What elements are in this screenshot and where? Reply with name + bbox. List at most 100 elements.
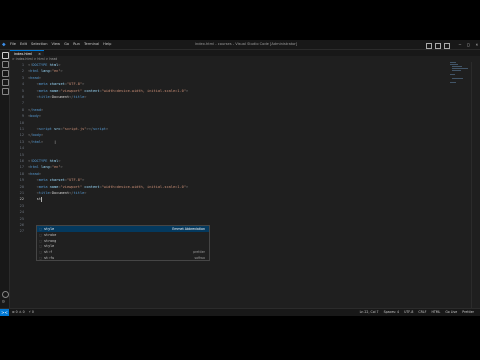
code-line[interactable]: 8 </head> bbox=[10, 107, 450, 113]
code-line[interactable]: 18 <head> bbox=[10, 171, 450, 177]
code-token: > bbox=[38, 75, 41, 80]
status-right-item[interactable]: HTML bbox=[431, 309, 440, 316]
toggle-secondary-sidebar-icon[interactable] bbox=[444, 42, 450, 49]
code-token: > bbox=[60, 69, 63, 74]
line-number: 21 bbox=[19, 191, 24, 195]
tab-index-html[interactable]: index.html × bbox=[10, 50, 44, 56]
minimap[interactable] bbox=[450, 62, 468, 92]
code-token: "width=device-width, initial-scale=1.0" bbox=[101, 88, 186, 93]
code-token: > bbox=[58, 159, 61, 163]
line-number: 9 bbox=[21, 114, 24, 119]
toggle-sidebar-icon[interactable] bbox=[426, 42, 432, 49]
suggestion-label: style bbox=[44, 227, 55, 231]
code-line[interactable]: 5 <meta name="viewport" content="width=d… bbox=[10, 88, 450, 94]
explorer-icon[interactable] bbox=[2, 52, 9, 59]
status-right-item[interactable]: UTF-8 bbox=[404, 309, 413, 316]
code-line[interactable]: 2 <html lang="en"> bbox=[10, 68, 450, 74]
extensions-icon[interactable] bbox=[2, 88, 9, 95]
tab-bar: index.html × bbox=[10, 50, 480, 56]
code-token: title bbox=[38, 191, 50, 195]
run-debug-icon[interactable] bbox=[2, 79, 9, 86]
code-line[interactable]: 16 <!DOCTYPE html> bbox=[10, 158, 450, 164]
code-line[interactable]: 1 <!DOCTYPE html> bbox=[10, 62, 450, 68]
line-number: 16 bbox=[19, 159, 24, 163]
code-token: "viewport" bbox=[60, 184, 83, 189]
menu-item-go[interactable]: Go bbox=[64, 41, 69, 48]
code-line[interactable]: 23 bbox=[10, 203, 450, 209]
code-line[interactable]: 13 </html> | bbox=[10, 139, 450, 145]
code-line[interactable]: 20 <meta name="viewport" content="width=… bbox=[10, 184, 450, 190]
code-line[interactable]: 25 bbox=[10, 216, 450, 222]
code-token: charset bbox=[47, 82, 65, 87]
menu-item-help[interactable]: Help bbox=[103, 41, 111, 48]
code-token: title bbox=[73, 191, 85, 195]
code-editor[interactable]: 1 <!DOCTYPE html> 2 <html lang="en"> 3 <head>… bbox=[10, 62, 450, 308]
suggestion-item[interactable]: ⬚ st:fu softwa bbox=[37, 255, 209, 261]
line-number: 4 bbox=[21, 82, 24, 87]
code-line[interactable]: 6 <title>Document</title> bbox=[10, 94, 450, 100]
code-token: title bbox=[38, 95, 50, 99]
status-left-item[interactable]: ⚡ 0 bbox=[29, 309, 34, 316]
account-icon[interactable] bbox=[2, 291, 9, 298]
tab-label: index.html bbox=[14, 52, 33, 56]
menu-item-selection[interactable]: Selection bbox=[31, 41, 48, 48]
line-code: <meta name="viewport" content="width=dev… bbox=[28, 88, 189, 94]
line-number: 10 bbox=[19, 120, 24, 125]
breadcrumb[interactable]: > index.html > html > head bbox=[12, 57, 57, 61]
remote-indicator[interactable]: >< bbox=[0, 309, 9, 316]
code-token: st bbox=[28, 197, 41, 202]
code-token: > bbox=[58, 63, 61, 67]
maximize-icon[interactable]: □ bbox=[467, 41, 469, 48]
minimize-icon[interactable]: – bbox=[459, 41, 461, 48]
code-line[interactable]: 4 <meta charset="UTF-8"> bbox=[10, 81, 450, 87]
code-line[interactable]: 3 <head> bbox=[10, 75, 450, 81]
code-token: > bbox=[82, 178, 85, 183]
menu-item-file[interactable]: File bbox=[10, 41, 16, 48]
close-window-icon[interactable]: × bbox=[476, 41, 478, 48]
code-line[interactable]: 21 <title>Document</title> bbox=[10, 190, 450, 196]
status-left-item[interactable]: ⊗ 0 ⚠ 0 bbox=[12, 309, 25, 316]
code-line[interactable]: 10 bbox=[10, 120, 450, 126]
toggle-panel-icon[interactable] bbox=[435, 42, 441, 49]
line-number: 19 bbox=[19, 178, 24, 183]
menu-item-view[interactable]: View bbox=[52, 41, 61, 48]
vertical-scrollbar[interactable] bbox=[471, 62, 477, 308]
menu-item-edit[interactable]: Edit bbox=[20, 41, 27, 48]
window-title: index.html - courses - Visual Studio Cod… bbox=[195, 42, 298, 46]
code-line[interactable]: 12 </body> bbox=[10, 132, 450, 138]
status-right-item[interactable]: Spaces: 4 bbox=[384, 309, 400, 316]
code-token: DOCTYPE bbox=[32, 159, 48, 163]
code-line[interactable]: 11 <script src="script.js"></script> bbox=[10, 126, 450, 132]
code-token: "script.js" bbox=[62, 127, 87, 131]
code-line[interactable]: 22 st bbox=[10, 196, 450, 202]
code-line[interactable]: 7 bbox=[10, 100, 450, 106]
code-line[interactable]: 24 bbox=[10, 209, 450, 215]
suggestion-widget: ⬚ style Emmet Abbreviation ⬚ stroke ⬚ strong ⬚ s… bbox=[36, 225, 210, 261]
menu-item-run[interactable]: Run bbox=[73, 41, 80, 48]
code-line[interactable]: 17 <html lang="en"> bbox=[10, 164, 450, 170]
line-number: 11 bbox=[19, 127, 24, 131]
status-right-item[interactable]: Prettier bbox=[462, 309, 474, 316]
code-token: Document bbox=[51, 95, 70, 99]
search-icon[interactable] bbox=[2, 61, 9, 68]
code-line[interactable]: 9 <body> bbox=[10, 113, 450, 119]
code-line[interactable]: 14 bbox=[10, 145, 450, 151]
code-line[interactable]: 15 bbox=[10, 152, 450, 158]
status-right-item[interactable]: Go Live bbox=[445, 309, 457, 316]
code-token: body bbox=[30, 114, 39, 119]
status-right-item[interactable]: Ln 22, Col 7 bbox=[360, 309, 379, 316]
code-token: > bbox=[186, 88, 189, 93]
code-token: html bbox=[32, 139, 41, 144]
line-code: st bbox=[28, 196, 42, 202]
suggestion-label: strong bbox=[44, 238, 57, 243]
source-control-icon[interactable] bbox=[2, 70, 9, 77]
status-right-item[interactable]: CRLF bbox=[418, 309, 426, 316]
line-number: 25 bbox=[19, 216, 24, 221]
code-line[interactable]: 19 <meta charset="UTF-8"> bbox=[10, 177, 450, 183]
gear-icon[interactable]: ⚙ bbox=[2, 300, 5, 305]
menu-item-terminal[interactable]: Terminal bbox=[84, 41, 99, 48]
code-token: > bbox=[40, 133, 44, 138]
